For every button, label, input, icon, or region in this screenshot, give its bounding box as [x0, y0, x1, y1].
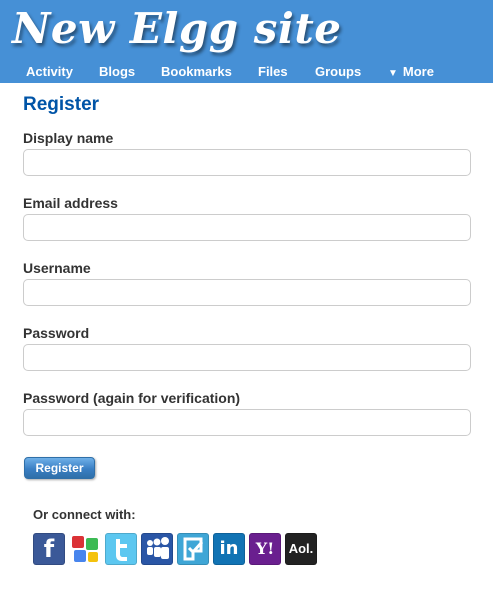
- display-name-label: Display name: [23, 130, 114, 146]
- aol-icon[interactable]: Aol.: [285, 533, 317, 565]
- nav-item-activity[interactable]: Activity: [26, 64, 73, 79]
- register-button[interactable]: Register: [24, 457, 95, 479]
- linkedin-icon[interactable]: in: [213, 533, 245, 565]
- nav-item-more[interactable]: ▼ More: [388, 64, 434, 79]
- display-name-field[interactable]: [23, 149, 471, 176]
- myspace-icon[interactable]: [141, 533, 173, 565]
- twitter-icon[interactable]: [105, 533, 137, 565]
- username-label: Username: [23, 260, 91, 276]
- password-label: Password: [23, 325, 90, 341]
- site-title[interactable]: New Elgg site: [12, 4, 341, 53]
- page-title: Register: [23, 94, 100, 115]
- email-field[interactable]: [23, 214, 471, 241]
- google-icon[interactable]: [69, 533, 101, 565]
- yahoo-icon[interactable]: Y!: [249, 533, 281, 565]
- site-header: New Elgg site Activity Blogs Bookmarks F…: [0, 0, 493, 83]
- nav-item-more-label: More: [402, 64, 434, 79]
- site-menu: Activity Blogs Bookmarks Files Groups ▼ M…: [0, 62, 493, 83]
- password-verify-label: Password (again for verification): [23, 390, 241, 406]
- caret-down-icon: ▼: [388, 68, 398, 79]
- connect-label: Or connect with:: [33, 507, 136, 522]
- nav-item-bookmarks[interactable]: Bookmarks: [161, 64, 232, 79]
- email-label: Email address: [23, 195, 118, 211]
- password-field[interactable]: [23, 344, 471, 371]
- nav-item-files[interactable]: Files: [258, 64, 288, 79]
- username-field[interactable]: [23, 279, 471, 306]
- facebook-icon[interactable]: f: [33, 533, 65, 565]
- foursquare-icon[interactable]: [177, 533, 209, 565]
- password-verify-field[interactable]: [23, 409, 471, 436]
- nav-item-blogs[interactable]: Blogs: [99, 64, 135, 79]
- nav-item-groups[interactable]: Groups: [315, 64, 361, 79]
